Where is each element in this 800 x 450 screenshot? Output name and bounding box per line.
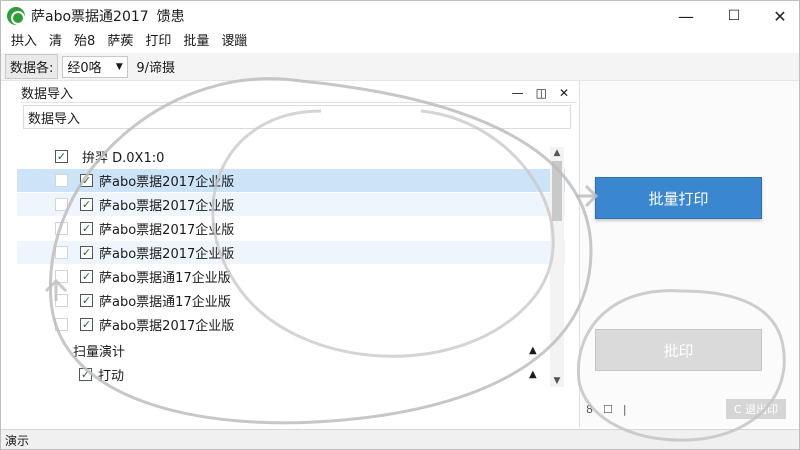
chevron-down-icon: ▼ (115, 61, 123, 72)
window-status-text: 馈患 (156, 9, 185, 25)
action-panel: 批量打印 批印 8 ☐ | C 退出印 (579, 81, 799, 427)
table-row[interactable]: ✓ 萨abo票据通17企业版 (17, 265, 565, 288)
comment-icon[interactable]: ☐ (603, 403, 613, 416)
divider-icon: | (622, 402, 627, 416)
row-checkbox[interactable]: ✓ (80, 198, 93, 211)
row-label: 萨abo票据2017企业版 (99, 199, 235, 214)
table-row[interactable]: ✓ 萨abo票据2017企业版 (17, 169, 565, 192)
row-checkbox[interactable]: ✓ (80, 246, 93, 259)
group-header-row[interactable]: 扫量演计 ▲ (17, 339, 565, 362)
data-source-value: 经0咯 (67, 61, 102, 76)
group-label: 扫量演计 (73, 345, 126, 360)
data-source-label: 数据各: (5, 54, 59, 79)
window-title: 萨abo票据通2017 (31, 9, 149, 25)
scroll-up-icon[interactable]: ▲ (550, 147, 564, 159)
table-row[interactable]: ✓ 萨abo票据2017企业版 (17, 193, 565, 216)
table-row[interactable]: ✓ 萨abo票据2017企业版 (17, 313, 565, 336)
action-footer: 8 ☐ | C 退出印 (586, 399, 796, 419)
bookmark-icon[interactable]: 8 (586, 403, 593, 416)
import-path-value: 数据导入 (28, 111, 81, 127)
table-row[interactable]: ✓ 萨abo票据2017企业版 (17, 241, 565, 264)
app-logo-icon (7, 7, 25, 25)
row-outer-checkbox[interactable] (55, 198, 68, 211)
panel-minimize-icon[interactable]: — (512, 86, 524, 100)
scroll-thumb[interactable] (552, 161, 562, 221)
row-label: 萨abo票据2017企业版 (99, 175, 235, 190)
menu-item-clear[interactable]: 清 (43, 31, 68, 53)
row-checkbox[interactable]: ✓ (80, 294, 93, 307)
row-outer-checkbox[interactable] (55, 294, 68, 307)
menu-item-batch[interactable]: 批量 (177, 31, 215, 53)
menu-item-3[interactable]: 殆8 (68, 31, 101, 53)
row-label: 萨abo票据通17企业版 (99, 295, 231, 310)
import-tree: ✓ 拚羿 D.0X1:0 ✓ 萨abo票据2017企业版 ✓ 萨abo票据201… (17, 143, 565, 423)
data-source-select[interactable]: 经0咯 ▼ (62, 55, 129, 78)
menu-item-7[interactable]: 谡躐 (215, 31, 253, 53)
row-checkbox[interactable]: ✓ (80, 270, 93, 283)
import-path-field[interactable]: 数据导入 (23, 105, 571, 129)
row-label: 萨abo票据2017企业版 (99, 247, 235, 262)
menu-item-4[interactable]: 萨蒺 (101, 31, 139, 53)
table-row[interactable]: ✓ 萨abo票据2017企业版 (17, 217, 565, 240)
row-outer-checkbox[interactable] (55, 270, 68, 283)
table-row[interactable]: ✓ 萨abo票据通17企业版 (17, 289, 565, 312)
menu-item-import[interactable]: 拱入 (5, 31, 43, 53)
status-text: 演示 (5, 434, 30, 448)
panel-controls: — ◫ ✕ (512, 86, 577, 100)
close-icon[interactable]: ✕ (757, 1, 799, 31)
row-outer-checkbox[interactable] (55, 318, 68, 331)
panel-close-icon[interactable]: ✕ (559, 86, 569, 100)
toolbar: 数据各: 经0咯 ▼ 9/谛摄 (1, 53, 799, 81)
print-button[interactable]: 批印 (595, 329, 762, 371)
tree-scrollbar[interactable]: ▲ ▼ (550, 147, 564, 387)
group-child-row[interactable]: ✓ 打动 ▲ (17, 363, 565, 386)
minimize-icon[interactable]: — (663, 1, 709, 31)
row-label: 萨abo票据2017企业版 (99, 223, 235, 238)
batch-print-button[interactable]: 批量打印 (595, 177, 762, 219)
collapse-up-icon[interactable]: ▲ (529, 369, 537, 380)
scroll-down-icon[interactable]: ▼ (550, 375, 564, 387)
import-panel-header: 数据导入 — ◫ ✕ (21, 83, 577, 103)
collapse-up-icon[interactable]: ▲ (529, 345, 537, 356)
group-child-checkbox[interactable]: ✓ (79, 368, 92, 381)
row-label: 萨abo票据2017企业版 (99, 319, 235, 334)
title-bar: 萨abo票据通2017 馈患 — ☐ ✕ (1, 1, 799, 31)
menu-bar: 拱入 清 殆8 萨蒺 打印 批量 谡躐 (1, 31, 799, 53)
toolbar-action-button[interactable]: 9/谛摄 (136, 57, 175, 76)
row-label: 萨abo票据通17企业版 (99, 271, 231, 286)
status-bar: 演示 (1, 429, 799, 449)
row-outer-checkbox[interactable] (55, 174, 68, 187)
row-outer-checkbox[interactable] (55, 246, 68, 259)
exit-print-button[interactable]: C 退出印 (726, 399, 786, 419)
maximize-icon[interactable]: ☐ (711, 1, 757, 31)
row-checkbox[interactable]: ✓ (80, 174, 93, 187)
import-panel: 数据导入 — ◫ ✕ 数据导入 ✓ 拚羿 D.0X1:0 ✓ 萨abo票据201… (17, 83, 577, 423)
app-window: 萨abo票据通2017 馈患 — ☐ ✕ 拱入 清 殆8 萨蒺 打印 批量 谡躐… (0, 0, 800, 450)
row-checkbox[interactable]: ✓ (80, 222, 93, 235)
tree-root-row[interactable]: ✓ 拚羿 D.0X1:0 (17, 145, 565, 168)
row-checkbox[interactable]: ✓ (80, 318, 93, 331)
tree-root-label: 拚羿 D.0X1:0 (82, 151, 165, 166)
import-panel-title: 数据导入 (21, 87, 74, 102)
root-checkbox[interactable]: ✓ (55, 150, 68, 163)
panel-restore-icon[interactable]: ◫ (536, 86, 547, 100)
group-child-label: 打动 (98, 369, 125, 384)
row-outer-checkbox[interactable] (55, 222, 68, 235)
menu-item-print[interactable]: 打印 (139, 31, 177, 53)
